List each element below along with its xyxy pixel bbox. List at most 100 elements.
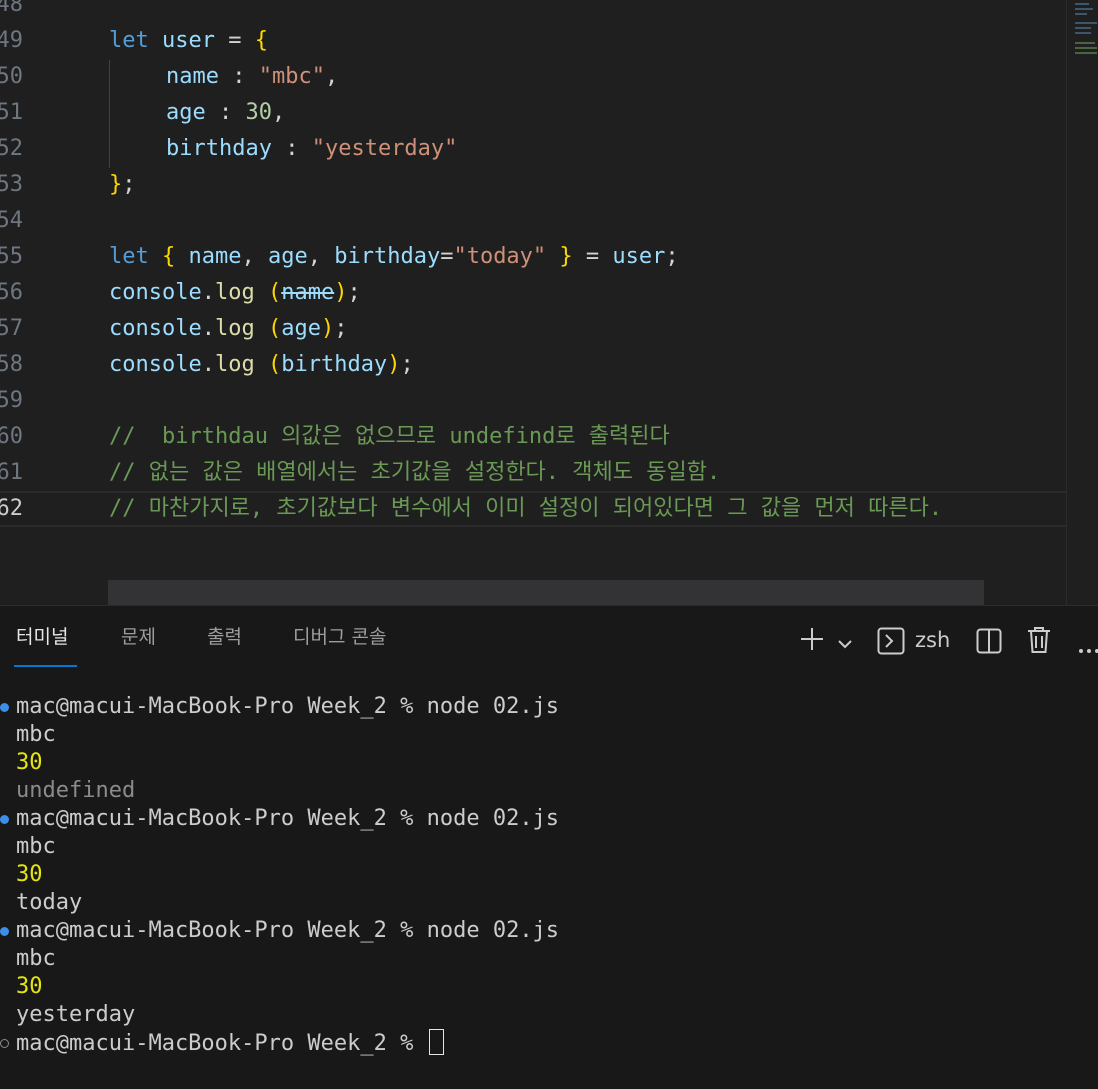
terminal-line: 30 <box>16 862 43 887</box>
brace: } <box>109 172 123 197</box>
line-number: 57 <box>0 316 23 341</box>
line-number: 48 <box>0 0 23 17</box>
code-line-50[interactable]: 50 name : "mbc", <box>0 59 1066 95</box>
punctuation: ; <box>400 352 414 377</box>
terminal-line: mac@macui-MacBook-Pro Week_2 % node 02.j… <box>0 805 559 833</box>
minimap-line <box>1075 8 1093 10</box>
code-line-62[interactable]: 62 // 마찬가지로, 초기값보다 변수에서 이미 설정이 되어있다면 그 값을… <box>0 491 1066 527</box>
punctuation: ; <box>334 316 348 341</box>
string: "yesterday" <box>311 136 458 161</box>
line-number: 55 <box>0 244 23 269</box>
command-status-dot[interactable] <box>0 927 9 936</box>
line-number: 54 <box>0 208 23 233</box>
terminal-line: yesterday <box>16 1002 136 1027</box>
code-line-59[interactable]: 59 <box>0 383 1066 419</box>
code-line-53[interactable]: 53}; <box>0 167 1066 203</box>
code-line-54[interactable]: 54 <box>0 203 1066 239</box>
property: birthday <box>166 136 272 161</box>
keyword: let <box>109 28 149 53</box>
plus-icon[interactable] <box>799 626 825 656</box>
comment: // birthdau 의값은 없으므로 undefind로 출력된다 <box>109 424 670 449</box>
keyword: let <box>109 244 149 269</box>
number: 30 <box>245 100 273 125</box>
punctuation: . <box>201 352 215 377</box>
code-line-48[interactable]: 48 <box>0 0 1066 23</box>
operator: = <box>214 28 255 53</box>
line-number: 60 <box>0 424 23 449</box>
terminal-shell-icon[interactable] <box>877 627 905 659</box>
line-number: 58 <box>0 352 23 377</box>
minimap[interactable] <box>1066 0 1098 605</box>
command-status-dot[interactable] <box>0 1039 9 1048</box>
terminal-line: today <box>16 890 83 915</box>
terminal-line: mac@macui-MacBook-Pro Week_2 % node 02.j… <box>0 917 559 945</box>
minimap-line <box>1075 42 1095 44</box>
paren: ( <box>267 352 282 377</box>
command-status-dot[interactable] <box>0 703 9 712</box>
more-icon[interactable] <box>1078 639 1098 658</box>
string: "mbc" <box>258 64 325 89</box>
code-line-57[interactable]: 57 console.log (age); <box>0 311 1066 347</box>
code-line-61[interactable]: 61 // 없는 값은 배열에서는 초기값을 설정한다. 객체도 동일함. <box>0 455 1066 491</box>
line-number: 52 <box>0 136 23 161</box>
line-number: 62 <box>0 496 23 521</box>
property: age <box>166 100 206 125</box>
separator: : <box>271 136 312 161</box>
active-tab-indicator <box>14 665 77 667</box>
function: log <box>214 352 255 377</box>
variable: user <box>612 244 666 269</box>
chevron-down-icon[interactable] <box>837 634 853 653</box>
function: log <box>214 316 255 341</box>
terminal-prompt-line[interactable]: mac@macui-MacBook-Pro Week_2 % <box>0 1029 444 1057</box>
comment: // 없는 값은 배열에서는 초기값을 설정한다. 객체도 동일함. <box>109 460 721 485</box>
variable: birthday <box>334 244 441 269</box>
line-number: 59 <box>0 388 23 413</box>
object: console <box>109 316 202 341</box>
string: "today" <box>453 244 547 269</box>
code-line-49[interactable]: 49 let user = { <box>0 23 1066 59</box>
code-line-52[interactable]: 52 birthday : "yesterday" <box>0 131 1066 167</box>
shell-name[interactable]: zsh <box>915 628 950 652</box>
terminal-line: mbc <box>16 946 56 971</box>
terminal-line: undefined <box>16 778 136 803</box>
separator: : <box>218 64 259 89</box>
code-line-58[interactable]: 58 console.log (birthday); <box>0 347 1066 383</box>
tab-output[interactable]: 출력 <box>207 622 242 649</box>
punctuation: ; <box>122 172 136 197</box>
function: log <box>214 280 255 305</box>
punctuation: , <box>272 100 286 125</box>
operator: = <box>440 244 454 269</box>
code-line-56[interactable]: 56 console.log (name); <box>0 275 1066 311</box>
terminal-line: mbc <box>16 722 56 747</box>
variable: age <box>267 244 308 269</box>
comment: // 마찬가지로, 초기값보다 변수에서 이미 설정이 되어있다면 그 값을 먼… <box>109 496 943 521</box>
paren: ) <box>320 316 335 341</box>
line-number: 56 <box>0 280 23 305</box>
split-icon[interactable] <box>976 628 1002 658</box>
paren: ( <box>267 280 282 305</box>
horizontal-scrollbar[interactable] <box>108 580 984 605</box>
paren: ) <box>334 280 348 305</box>
punctuation: ; <box>347 280 361 305</box>
tab-problems[interactable]: 문제 <box>121 622 156 649</box>
minimap-line <box>1075 22 1097 24</box>
terminal-cursor <box>428 1029 444 1055</box>
line-number: 61 <box>0 460 23 485</box>
code-line-55[interactable]: 55 let { name, age, birthday="today" } = … <box>0 239 1066 275</box>
command-status-dot[interactable] <box>0 815 9 824</box>
code-editor[interactable]: 48 49 let user = { 50 name : "mbc", 51 age … <box>0 0 1098 605</box>
punctuation: ; <box>665 244 679 269</box>
line-number: 51 <box>0 100 23 125</box>
terminal-line: 30 <box>16 750 43 775</box>
tab-terminal[interactable]: 터미널 <box>16 622 68 649</box>
trash-icon[interactable] <box>1027 626 1051 658</box>
brace: } <box>559 244 573 269</box>
punctuation: . <box>201 280 215 305</box>
code-line-60[interactable]: 60 // birthdau 의값은 없으므로 undefind로 출력된다 <box>0 419 1066 455</box>
minimap-line <box>1075 27 1091 29</box>
code-line-51[interactable]: 51 age : 30, <box>0 95 1066 131</box>
object: console <box>109 280 202 305</box>
operator: = <box>572 244 613 269</box>
argument: name <box>281 280 335 305</box>
tab-debug-console[interactable]: 디버그 콘솔 <box>293 622 386 649</box>
